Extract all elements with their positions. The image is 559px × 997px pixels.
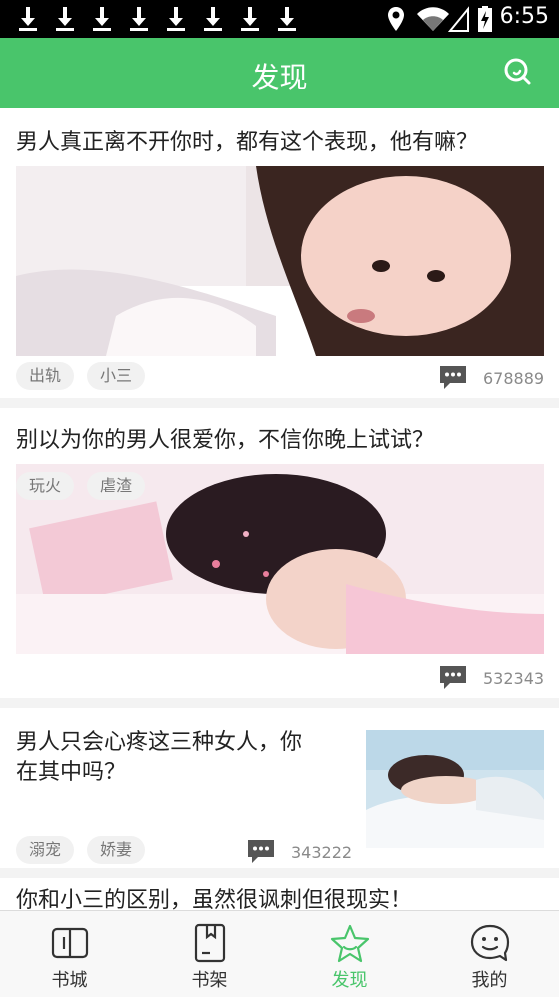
tab-bookstore[interactable]: 书城 — [0, 911, 139, 997]
download-icon — [19, 7, 37, 31]
location-icon — [388, 7, 404, 31]
article-card[interactable]: 别以为你的男人很爱你，不信你晚上试试？ 玩火 虐渣 532343 — [0, 408, 559, 698]
wifi-icon — [417, 7, 449, 31]
download-icon — [130, 7, 148, 31]
article-card[interactable]: 你和小三的区别，虽然很讽刺但很现实！ — [0, 878, 559, 910]
article-card[interactable]: 男人只会心疼这三种女人，你 在其中吗？ 溺宠 娇妻 343222 — [0, 708, 559, 868]
article-image — [366, 730, 544, 848]
article-image — [16, 166, 544, 356]
comment-icon — [248, 840, 274, 863]
tag-chip[interactable]: 小三 — [87, 362, 146, 390]
tab-label: 我的 — [471, 970, 508, 991]
comment-icon — [440, 366, 466, 389]
signal-icon — [448, 6, 469, 32]
comment-count: 343222 — [291, 843, 353, 862]
battery-charging-icon — [478, 6, 492, 32]
article-headline: 男人真正离不开你时，都有这个表现，他有嘛？ — [16, 130, 479, 155]
article-headline: 别以为你的男人很爱你，不信你晚上试试？ — [16, 428, 435, 453]
star-icon — [330, 924, 369, 963]
comment-count: 678889 — [483, 369, 545, 388]
tab-label: 发现 — [331, 970, 368, 991]
tag-chip[interactable]: 虐渣 — [87, 472, 146, 500]
divider — [0, 698, 559, 708]
tab-discover[interactable]: 发现 — [280, 911, 419, 997]
search-icon[interactable] — [501, 56, 533, 88]
status-bar: 6:55 — [0, 0, 559, 38]
tab-label: 书架 — [191, 970, 228, 991]
download-icon — [241, 7, 259, 31]
download-icon — [56, 7, 74, 31]
tab-mine[interactable]: 我的 — [420, 911, 559, 997]
tab-label: 书城 — [51, 970, 88, 991]
tag-chip[interactable]: 溺宠 — [16, 836, 75, 864]
article-card[interactable]: 男人真正离不开你时，都有这个表现，他有嘛？ 出轨 小三 678889 — [0, 108, 559, 398]
download-icon — [278, 7, 296, 31]
book-icon — [51, 927, 88, 959]
bottom-tab-bar: 书城 书架 发现 我的 — [0, 910, 559, 997]
tag-chip[interactable]: 玩火 — [16, 472, 75, 500]
article-headline: 在其中吗？ — [16, 760, 127, 785]
comment-count: 532343 — [483, 669, 545, 688]
bookshelf-icon — [194, 923, 225, 963]
divider — [0, 868, 559, 878]
page-title: 发现 — [251, 61, 308, 94]
discover-feed[interactable]: 男人真正离不开你时，都有这个表现，他有嘛？ 出轨 小三 678889 别以为你的… — [0, 108, 559, 910]
comment-icon — [440, 666, 466, 689]
download-icon — [167, 7, 185, 31]
article-headline: 男人只会心疼这三种女人，你 — [16, 730, 303, 755]
app-bar: 发现 — [0, 38, 559, 108]
article-headline: 你和小三的区别，虽然很讽刺但很现实！ — [16, 888, 413, 910]
tab-bookshelf[interactable]: 书架 — [140, 911, 279, 997]
status-time: 6:55 — [499, 4, 549, 29]
divider — [0, 398, 559, 408]
chat-face-icon — [470, 924, 509, 962]
download-icon — [204, 7, 222, 31]
download-icon — [93, 7, 111, 31]
tag-chip[interactable]: 出轨 — [16, 362, 75, 390]
tag-chip[interactable]: 娇妻 — [87, 836, 146, 864]
